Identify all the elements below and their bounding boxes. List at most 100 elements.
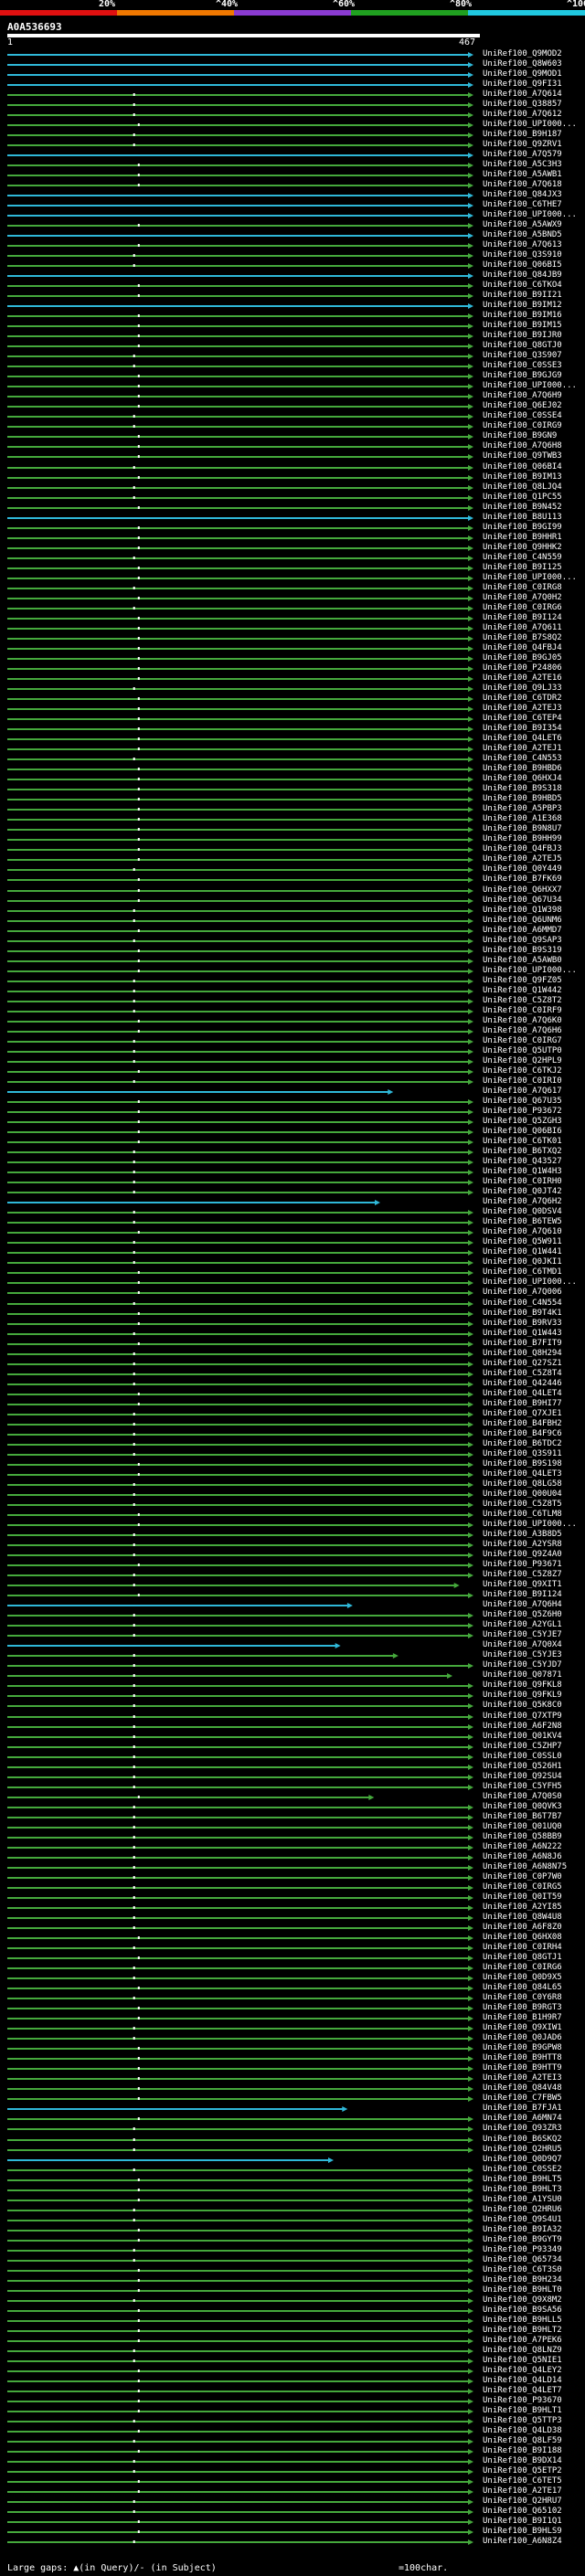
hit-label-link[interactable]: UniRef100_A6F8Z0	[483, 1924, 562, 1932]
hit-label-link[interactable]: UniRef100_C0IRH4	[483, 1944, 562, 1952]
hit-label-link[interactable]: UniRef100_C6TET5	[483, 2477, 562, 2486]
hit-label-link[interactable]: UniRef100_Q92SU4	[483, 1773, 562, 1781]
hit-label-link[interactable]: UniRef100_Q4FBJ4	[483, 644, 562, 652]
hit-label-link[interactable]: UniRef100_B9IA32	[483, 2226, 562, 2234]
hit-label-link[interactable]: UniRef100_Q9FI31	[483, 80, 562, 89]
hit-label-link[interactable]: UniRef100_B9H187	[483, 131, 562, 139]
hit-label-link[interactable]: UniRef100_Q84L65	[483, 1984, 562, 1992]
hit-label-link[interactable]: UniRef100_B1H9R7	[483, 2014, 562, 2022]
hit-label-link[interactable]: UniRef100_Q4FBJ3	[483, 845, 562, 853]
hit-label-link[interactable]: UniRef100_Q9XIT1	[483, 1581, 562, 1589]
hit-label-link[interactable]: UniRef100_B6TDC2	[483, 1440, 562, 1448]
hit-label-link[interactable]: UniRef100_A7Q613	[483, 241, 562, 249]
hit-label-link[interactable]: UniRef100_C5Z8T5	[483, 1500, 562, 1509]
hit-label-link[interactable]: UniRef100_Q1W441	[483, 1248, 562, 1256]
hit-label-link[interactable]: UniRef100_Q0DSV4	[483, 1208, 562, 1216]
hit-label-link[interactable]: UniRef100_Q6HXJ4	[483, 775, 562, 783]
hit-label-link[interactable]: UniRef100_A7Q579	[483, 151, 562, 159]
hit-label-link[interactable]: UniRef100_A7PEK6	[483, 2337, 562, 2345]
hit-label-link[interactable]: UniRef100_Q07871	[483, 1671, 562, 1680]
hit-label-link[interactable]: UniRef100_A6MN74	[483, 2115, 562, 2123]
hit-label-link[interactable]: UniRef100_A5AWB1	[483, 171, 562, 179]
hit-label-link[interactable]: UniRef100_B9HI77	[483, 1400, 562, 1408]
hit-label-link[interactable]: UniRef100_C6TK01	[483, 1138, 562, 1146]
hit-label-link[interactable]: UniRef100_C0IRG9	[483, 422, 562, 430]
hit-label-link[interactable]: UniRef100_P93670	[483, 2397, 562, 2405]
hit-label-link[interactable]: UniRef100_B9I125	[483, 564, 562, 572]
hit-label-link[interactable]: UniRef100_B9I124	[483, 614, 562, 622]
hit-label-link[interactable]: UniRef100_A7Q611	[483, 624, 562, 632]
hit-label-link[interactable]: UniRef100_Q9HHK2	[483, 544, 562, 552]
hit-label-link[interactable]: UniRef100_Q1W442	[483, 987, 562, 995]
hit-label-link[interactable]: UniRef100_Q8LNZ9	[483, 2347, 562, 2355]
hit-label-link[interactable]: UniRef100_Q9FKL9	[483, 1691, 562, 1700]
hit-label-link[interactable]: UniRef100_Q9LJ33	[483, 684, 562, 693]
hit-label-link[interactable]: UniRef100_B6SKQ2	[483, 2136, 562, 2144]
hit-label-link[interactable]: UniRef100_A5BND5	[483, 231, 562, 239]
hit-label-link[interactable]: UniRef100_A7Q0X4	[483, 1641, 562, 1649]
hit-label-link[interactable]: UniRef100_Q9X8M2	[483, 2296, 562, 2305]
hit-label-link[interactable]: UniRef100_B9S319	[483, 947, 562, 955]
hit-label-link[interactable]: UniRef100_C4N559	[483, 554, 562, 562]
hit-label-link[interactable]: UniRef100_A7Q6H8	[483, 442, 562, 451]
hit-label-link[interactable]: UniRef100_C6TEP4	[483, 715, 562, 723]
hit-label-link[interactable]: UniRef100_Q9FKL8	[483, 1681, 562, 1690]
hit-label-link[interactable]: UniRef100_Q9MOD1	[483, 70, 562, 79]
hit-label-link[interactable]: UniRef100_A6N8J6	[483, 1853, 562, 1861]
hit-label-link[interactable]: UniRef100_A2TE16	[483, 674, 562, 683]
hit-label-link[interactable]: UniRef100_UPI000...	[483, 574, 577, 582]
hit-label-link[interactable]: UniRef100_Q9SAP3	[483, 937, 562, 945]
hit-label-link[interactable]: UniRef100_Q5Z6H0	[483, 1611, 562, 1619]
hit-label-link[interactable]: UniRef100_B9IM15	[483, 322, 562, 330]
hit-label-link[interactable]: UniRef100_A7Q612	[483, 111, 562, 119]
hit-label-link[interactable]: UniRef100_Q4LEY2	[483, 2367, 562, 2375]
hit-label-link[interactable]: UniRef100_Q6HXX7	[483, 886, 562, 895]
hit-label-link[interactable]: UniRef100_Q9Z4A0	[483, 1551, 562, 1559]
hit-label-link[interactable]: UniRef100_Q65734	[483, 2256, 562, 2264]
hit-label-link[interactable]: UniRef100_UPI000...	[483, 967, 577, 975]
hit-label-link[interactable]: UniRef100_Q6EJ02	[483, 402, 562, 410]
hit-label-link[interactable]: UniRef100_Q8LJQ4	[483, 483, 562, 492]
hit-label-link[interactable]: UniRef100_C5YJD7	[483, 1661, 562, 1670]
hit-label-link[interactable]: UniRef100_Q5UTP0	[483, 1047, 562, 1055]
hit-label-link[interactable]: UniRef100_Q5NIE1	[483, 2357, 562, 2365]
hit-label-link[interactable]: UniRef100_Q38857	[483, 101, 562, 109]
hit-label-link[interactable]: UniRef100_A5PBP3	[483, 805, 562, 813]
hit-label-link[interactable]: UniRef100_Q65102	[483, 2507, 562, 2516]
hit-label-link[interactable]: UniRef100_Q27SZ1	[483, 1360, 562, 1368]
hit-label-link[interactable]: UniRef100_B9DX14	[483, 2457, 562, 2465]
hit-label-link[interactable]: UniRef100_Q6HX08	[483, 1934, 562, 1942]
hit-label-link[interactable]: UniRef100_B9HLT2	[483, 2327, 562, 2335]
hit-label-link[interactable]: UniRef100_Q67U34	[483, 896, 562, 905]
hit-label-link[interactable]: UniRef100_Q9FZ05	[483, 977, 562, 985]
hit-label-link[interactable]: UniRef100_B9HLT1	[483, 2407, 562, 2415]
hit-label-link[interactable]: UniRef100_B9S318	[483, 785, 562, 793]
hit-label-link[interactable]: UniRef100_C6T3S0	[483, 2266, 562, 2274]
hit-label-link[interactable]: UniRef100_A2TEJ1	[483, 745, 562, 753]
hit-label-link[interactable]: UniRef100_Q5TTP3	[483, 2417, 562, 2425]
hit-label-link[interactable]: UniRef100_B9HLS9	[483, 2528, 562, 2536]
hit-label-link[interactable]: UniRef100_B9HLT3	[483, 2186, 562, 2194]
hit-label-link[interactable]: UniRef100_A1E368	[483, 815, 562, 823]
hit-label-link[interactable]: UniRef100_Q01KV4	[483, 1733, 562, 1741]
hit-label-link[interactable]: UniRef100_A2TEJ5	[483, 855, 562, 864]
hit-label-link[interactable]: UniRef100_B9IJR0	[483, 332, 562, 340]
hit-label-link[interactable]: UniRef100_C0IRG7	[483, 1037, 562, 1045]
hit-label-link[interactable]: UniRef100_B9HBD6	[483, 765, 562, 773]
hit-label-link[interactable]: UniRef100_A7Q614	[483, 90, 562, 99]
hit-label-link[interactable]: UniRef100_Q8W4U8	[483, 1913, 562, 1922]
hit-label-link[interactable]: UniRef100_B4FBH2	[483, 1420, 562, 1428]
hit-label-link[interactable]: UniRef100_A2YGL1	[483, 1621, 562, 1629]
hit-label-link[interactable]: UniRef100_UPI000...	[483, 121, 577, 129]
hit-label-link[interactable]: UniRef100_B9I188	[483, 2447, 562, 2455]
hit-label-link[interactable]: UniRef100_A2YSR8	[483, 1541, 562, 1549]
hit-label-link[interactable]: UniRef100_B9IM16	[483, 312, 562, 320]
hit-label-link[interactable]: UniRef100_UPI000...	[483, 1278, 577, 1287]
hit-label-link[interactable]: UniRef100_Q84JB9	[483, 271, 562, 280]
hit-label-link[interactable]: UniRef100_C0IRI0	[483, 1077, 562, 1086]
hit-label-link[interactable]: UniRef100_B9RV33	[483, 1320, 562, 1328]
hit-label-link[interactable]: UniRef100_B9IM13	[483, 473, 562, 482]
hit-label-link[interactable]: UniRef100_P93672	[483, 1108, 562, 1116]
hit-label-link[interactable]: UniRef100_UPI000...	[483, 211, 577, 219]
hit-label-link[interactable]: UniRef100_Q4LET4	[483, 1390, 562, 1398]
